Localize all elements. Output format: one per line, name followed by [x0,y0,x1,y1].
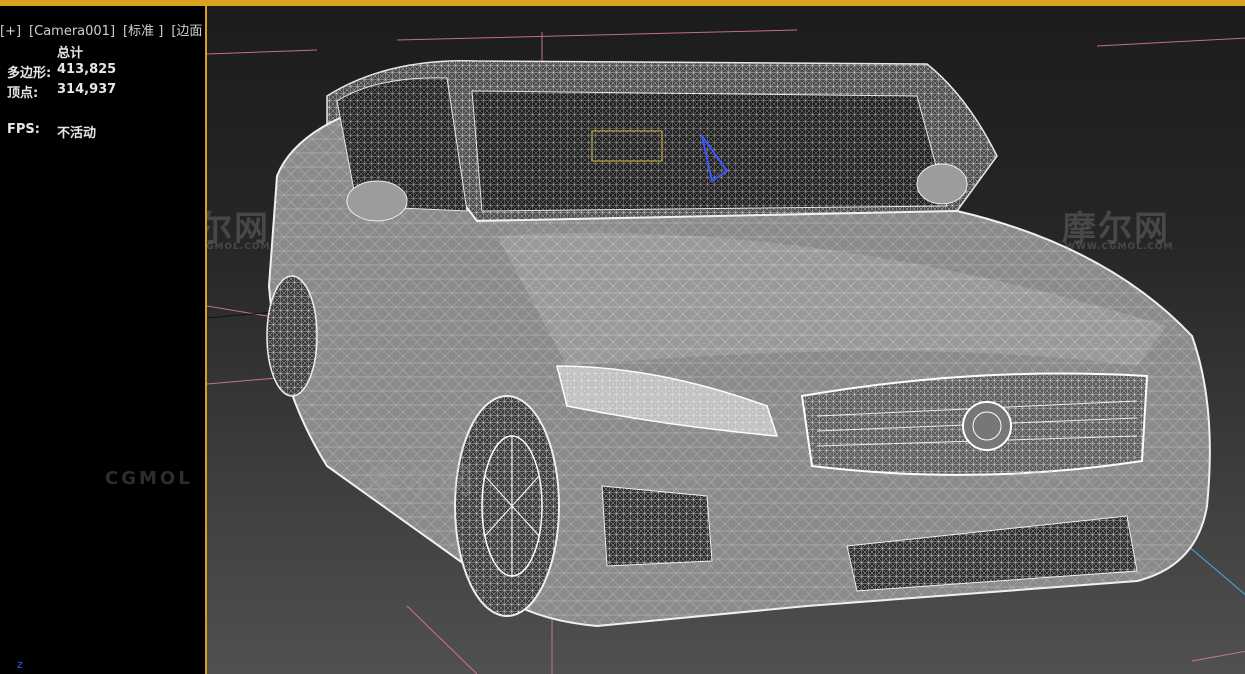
stats-header: 总计 [57,46,84,61]
front-wheel [454,395,560,617]
polygons-value: 413,825 [57,62,117,77]
watermark-cn-bottom: 摩尔网 [367,462,475,502]
watermark-latin-center: CGMOL [647,468,735,489]
polygons-label: 多边形: [7,66,52,81]
car-wireframe-model [207,29,1245,674]
rear-wheel [266,275,318,397]
camera-viewport[interactable]: 摩尔网 WWW.CGMOL.COM 摩尔网 WWW.CGMOL.COM WWW.… [205,6,1245,674]
front-grille [800,372,1149,476]
watermark-latin-left: CGMOL [105,468,193,489]
viewport-camera-menu[interactable]: [Camera001] [29,24,115,39]
watermark-url-left: WWW.CGMOL.COM [206,242,271,252]
watermark-url-center: WWW.CGMOL.COM [507,224,680,242]
watermark-latin-right: CGMOL [1012,468,1100,489]
axis-z-label: z [17,658,23,671]
statistics-panel: [+] [Camera001] [标准 ] [边面 ] 总计 多边形: 413,825… [0,6,212,674]
fps-value: 不活动 [57,126,97,141]
viewport-shading-menu[interactable]: [标准 ] [123,24,163,39]
vertices-value: 314,937 [57,82,117,97]
viewport-plus-menu[interactable]: [+] [0,24,21,39]
vertices-label: 顶点: [7,86,39,101]
watermark-url-right: WWW.CGMOL.COM [1065,242,1174,252]
viewport-label-menu[interactable]: [+] [Camera001] [标准 ] [边面 ] [0,20,220,39]
fps-label: FPS: [7,122,40,137]
